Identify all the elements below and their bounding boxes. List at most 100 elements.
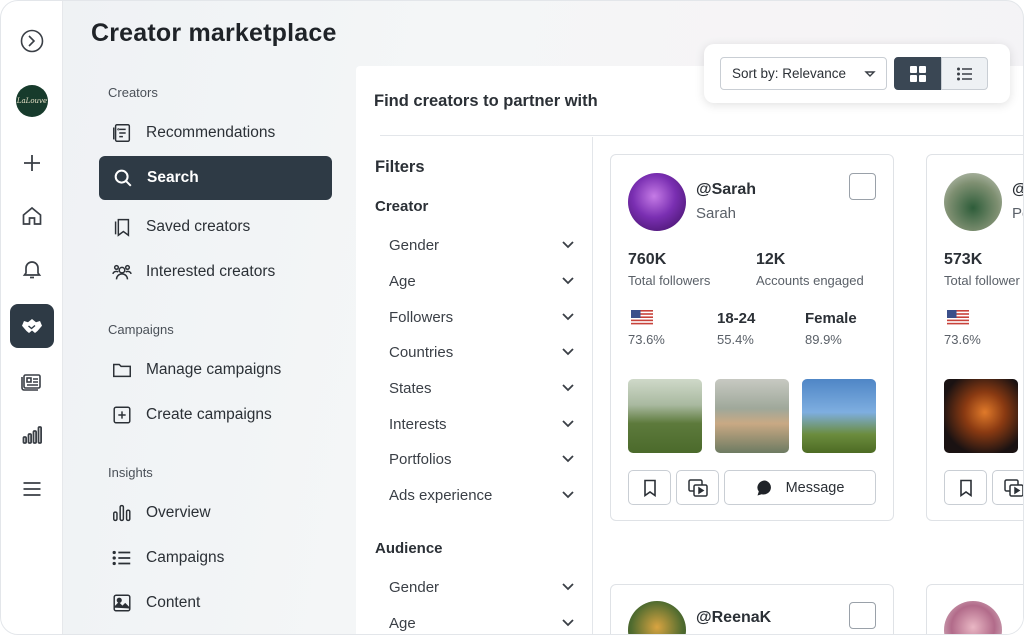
nav-item-label: Content bbox=[146, 594, 201, 611]
creator-card[interactable]: @Sarah Sarah 760K Total followers 12K Ac… bbox=[610, 154, 894, 521]
people-icon bbox=[112, 264, 132, 280]
creator-avatar[interactable] bbox=[628, 173, 686, 231]
grid-view-button[interactable] bbox=[894, 57, 941, 90]
top-age-pct: 55.4% bbox=[717, 332, 754, 347]
top-country-pct: 73.6% bbox=[944, 332, 981, 347]
id-card-icon[interactable] bbox=[10, 359, 54, 403]
message-button[interactable]: Message bbox=[724, 470, 876, 505]
nav-item-recommendations[interactable]: Recommendations bbox=[99, 111, 332, 155]
plus-icon[interactable] bbox=[10, 141, 54, 185]
filter-creator-interests[interactable]: Interests bbox=[389, 412, 577, 436]
grid-icon bbox=[909, 65, 926, 82]
document-list-icon bbox=[113, 124, 131, 142]
page-title: Creator marketplace bbox=[91, 19, 337, 47]
creator-handle[interactable]: @Sarah bbox=[696, 181, 756, 199]
nav-item-campaigns-insights[interactable]: Campaigns bbox=[99, 536, 332, 580]
nav-section-insights: Insights bbox=[108, 465, 153, 480]
main-divider bbox=[380, 135, 1023, 136]
creator-handle[interactable]: @ReenaK bbox=[696, 609, 771, 627]
followers-label: Total follower bbox=[944, 273, 1020, 288]
creator-avatar[interactable] bbox=[944, 601, 1002, 634]
top-age-range: 18-24 bbox=[717, 310, 756, 327]
nav-item-search[interactable]: Search bbox=[99, 156, 332, 200]
creator-card[interactable]: @ReenaK bbox=[610, 584, 894, 634]
filter-creator-age[interactable]: Age bbox=[389, 269, 577, 293]
filter-label: Gender bbox=[389, 578, 440, 596]
filters-divider bbox=[592, 137, 593, 634]
view-portfolio-button[interactable] bbox=[992, 470, 1023, 505]
filter-label: Ads experience bbox=[389, 486, 493, 504]
bookmark-icon bbox=[959, 479, 972, 497]
filter-label: Interests bbox=[389, 415, 447, 433]
nav-item-saved-creators[interactable]: Saved creators bbox=[99, 205, 332, 249]
filter-audience-gender[interactable]: Gender bbox=[389, 575, 577, 599]
filter-group-audience: Audience bbox=[375, 540, 443, 557]
nav-section-creators: Creators bbox=[108, 85, 158, 100]
chevron-down-icon bbox=[562, 455, 574, 463]
bell-icon[interactable] bbox=[10, 247, 54, 291]
chevron-down-icon bbox=[562, 491, 574, 499]
bar-chart-icon[interactable] bbox=[10, 413, 54, 457]
nav-item-create-campaigns[interactable]: Create campaigns bbox=[99, 393, 332, 437]
portfolio-photo[interactable] bbox=[715, 379, 789, 453]
filter-audience-age[interactable]: Age bbox=[389, 611, 577, 634]
filter-creator-followers[interactable]: Followers bbox=[389, 305, 577, 329]
engaged-label: Accounts engaged bbox=[756, 273, 864, 288]
nav-item-content[interactable]: Content bbox=[99, 581, 332, 625]
chevron-down-icon bbox=[562, 348, 574, 356]
image-icon bbox=[113, 594, 131, 612]
portfolio-photo[interactable] bbox=[802, 379, 876, 453]
bars-icon bbox=[113, 504, 131, 522]
main-heading: Find creators to partner with bbox=[374, 92, 598, 110]
filter-creator-states[interactable]: States bbox=[389, 376, 577, 400]
select-creator-checkbox[interactable] bbox=[849, 602, 876, 629]
followers-count: 760K bbox=[628, 251, 667, 268]
filter-creator-ads-experience[interactable]: Ads experience bbox=[389, 483, 577, 507]
chevron-down-icon bbox=[562, 420, 574, 428]
nav-item-label: Search bbox=[147, 169, 199, 186]
portfolio-photo[interactable] bbox=[628, 379, 702, 453]
filter-label: Age bbox=[389, 614, 416, 632]
top-country-pct: 73.6% bbox=[628, 332, 665, 347]
list-view-button[interactable] bbox=[941, 57, 988, 90]
home-icon[interactable] bbox=[10, 194, 54, 238]
icon-rail: LaLouve bbox=[1, 1, 63, 634]
caret-down-icon bbox=[864, 71, 876, 77]
handshake-icon[interactable] bbox=[10, 304, 54, 348]
nav-item-label: Overview bbox=[146, 504, 211, 521]
creator-handle[interactable]: @ bbox=[1012, 181, 1023, 199]
nav-item-manage-campaigns[interactable]: Manage campaigns bbox=[99, 348, 332, 392]
nav-item-label: Interested creators bbox=[146, 263, 276, 280]
view-portfolio-button[interactable] bbox=[676, 470, 719, 505]
nav-item-label: Manage campaigns bbox=[146, 361, 282, 378]
filter-creator-gender[interactable]: Gender bbox=[389, 233, 577, 257]
engaged-count: 12K bbox=[756, 251, 786, 268]
menu-icon[interactable] bbox=[10, 467, 54, 511]
save-creator-button[interactable] bbox=[944, 470, 987, 505]
brand-avatar-text: LaLouve bbox=[16, 85, 48, 117]
creator-name: Sarah bbox=[696, 205, 737, 222]
creator-avatar[interactable] bbox=[628, 601, 686, 634]
filter-label: Followers bbox=[389, 308, 454, 326]
top-gender: Female bbox=[805, 310, 857, 327]
brand-avatar[interactable]: LaLouve bbox=[10, 79, 54, 123]
select-creator-checkbox[interactable] bbox=[849, 173, 876, 200]
bookmark-icon bbox=[643, 479, 656, 497]
filters-title: Filters bbox=[375, 158, 425, 176]
logo-icon[interactable] bbox=[10, 19, 54, 63]
chevron-down-icon bbox=[562, 241, 574, 249]
save-creator-button[interactable] bbox=[628, 470, 671, 505]
filter-creator-portfolios[interactable]: Portfolios bbox=[389, 447, 577, 471]
list-view-icon bbox=[956, 67, 972, 80]
filter-creator-countries[interactable]: Countries bbox=[389, 340, 577, 364]
nav-item-interested-creators[interactable]: Interested creators bbox=[99, 250, 332, 294]
creator-card[interactable]: @ Pe 573K Total follower 73.6% bbox=[926, 154, 1023, 521]
nav-item-overview[interactable]: Overview bbox=[99, 491, 332, 535]
sort-select[interactable]: Sort by: Relevance bbox=[720, 57, 887, 90]
nav-item-label: Create campaigns bbox=[146, 406, 272, 423]
creator-avatar[interactable] bbox=[944, 173, 1002, 231]
creator-card[interactable] bbox=[926, 584, 1023, 634]
sort-select-label: Sort by: Relevance bbox=[732, 66, 847, 81]
chevron-down-icon bbox=[562, 313, 574, 321]
portfolio-photo[interactable] bbox=[944, 379, 1018, 453]
